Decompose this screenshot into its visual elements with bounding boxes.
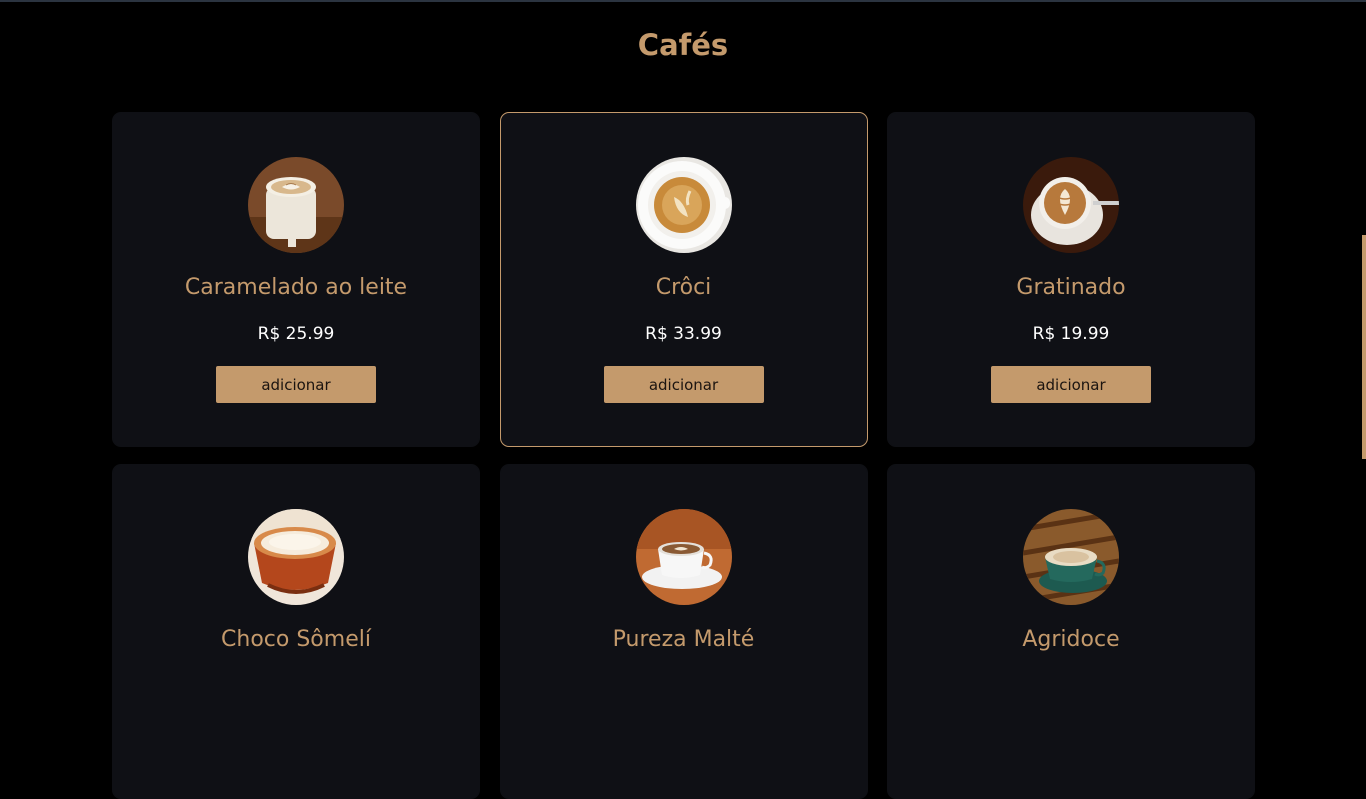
latte-art-cup-icon — [1023, 157, 1119, 253]
add-to-cart-button[interactable]: adicionar — [216, 366, 376, 403]
product-grid: Caramelado ao leite R$ 25.99 adicionar C… — [112, 112, 1255, 799]
add-to-cart-button[interactable]: adicionar — [991, 366, 1151, 403]
product-name: Pureza Malté — [612, 627, 755, 652]
scrollbar-thumb[interactable] — [1362, 235, 1366, 459]
product-price: R$ 25.99 — [257, 324, 335, 344]
top-border — [0, 0, 1366, 2]
product-card[interactable]: Gratinado R$ 19.99 adicionar — [887, 112, 1255, 447]
product-card[interactable]: Caramelado ao leite R$ 25.99 adicionar — [112, 112, 480, 447]
product-name: Agridoce — [1022, 627, 1120, 652]
mocha-cup-icon — [248, 509, 344, 605]
product-price: R$ 19.99 — [1032, 324, 1110, 344]
page-title: Cafés — [637, 28, 729, 62]
product-card[interactable]: Agridoce — [887, 464, 1255, 799]
product-name: Gratinado — [1016, 275, 1126, 300]
white-coffee-cup-icon — [635, 509, 732, 605]
product-card[interactable]: Choco Sômelí — [112, 464, 480, 799]
cappuccino-cup-icon — [635, 157, 732, 253]
product-card[interactable]: Crôci R$ 33.99 adicionar — [499, 112, 868, 447]
product-name: Caramelado ao leite — [184, 275, 408, 300]
green-coffee-cup-icon — [1023, 509, 1119, 605]
product-price: R$ 33.99 — [645, 324, 722, 344]
add-to-cart-button[interactable]: adicionar — [603, 366, 764, 403]
latte-art-mug-icon — [248, 157, 344, 253]
product-card[interactable]: Pureza Malté — [499, 464, 868, 799]
product-name: Choco Sômelí — [221, 627, 371, 652]
product-name: Crôci — [655, 275, 712, 300]
